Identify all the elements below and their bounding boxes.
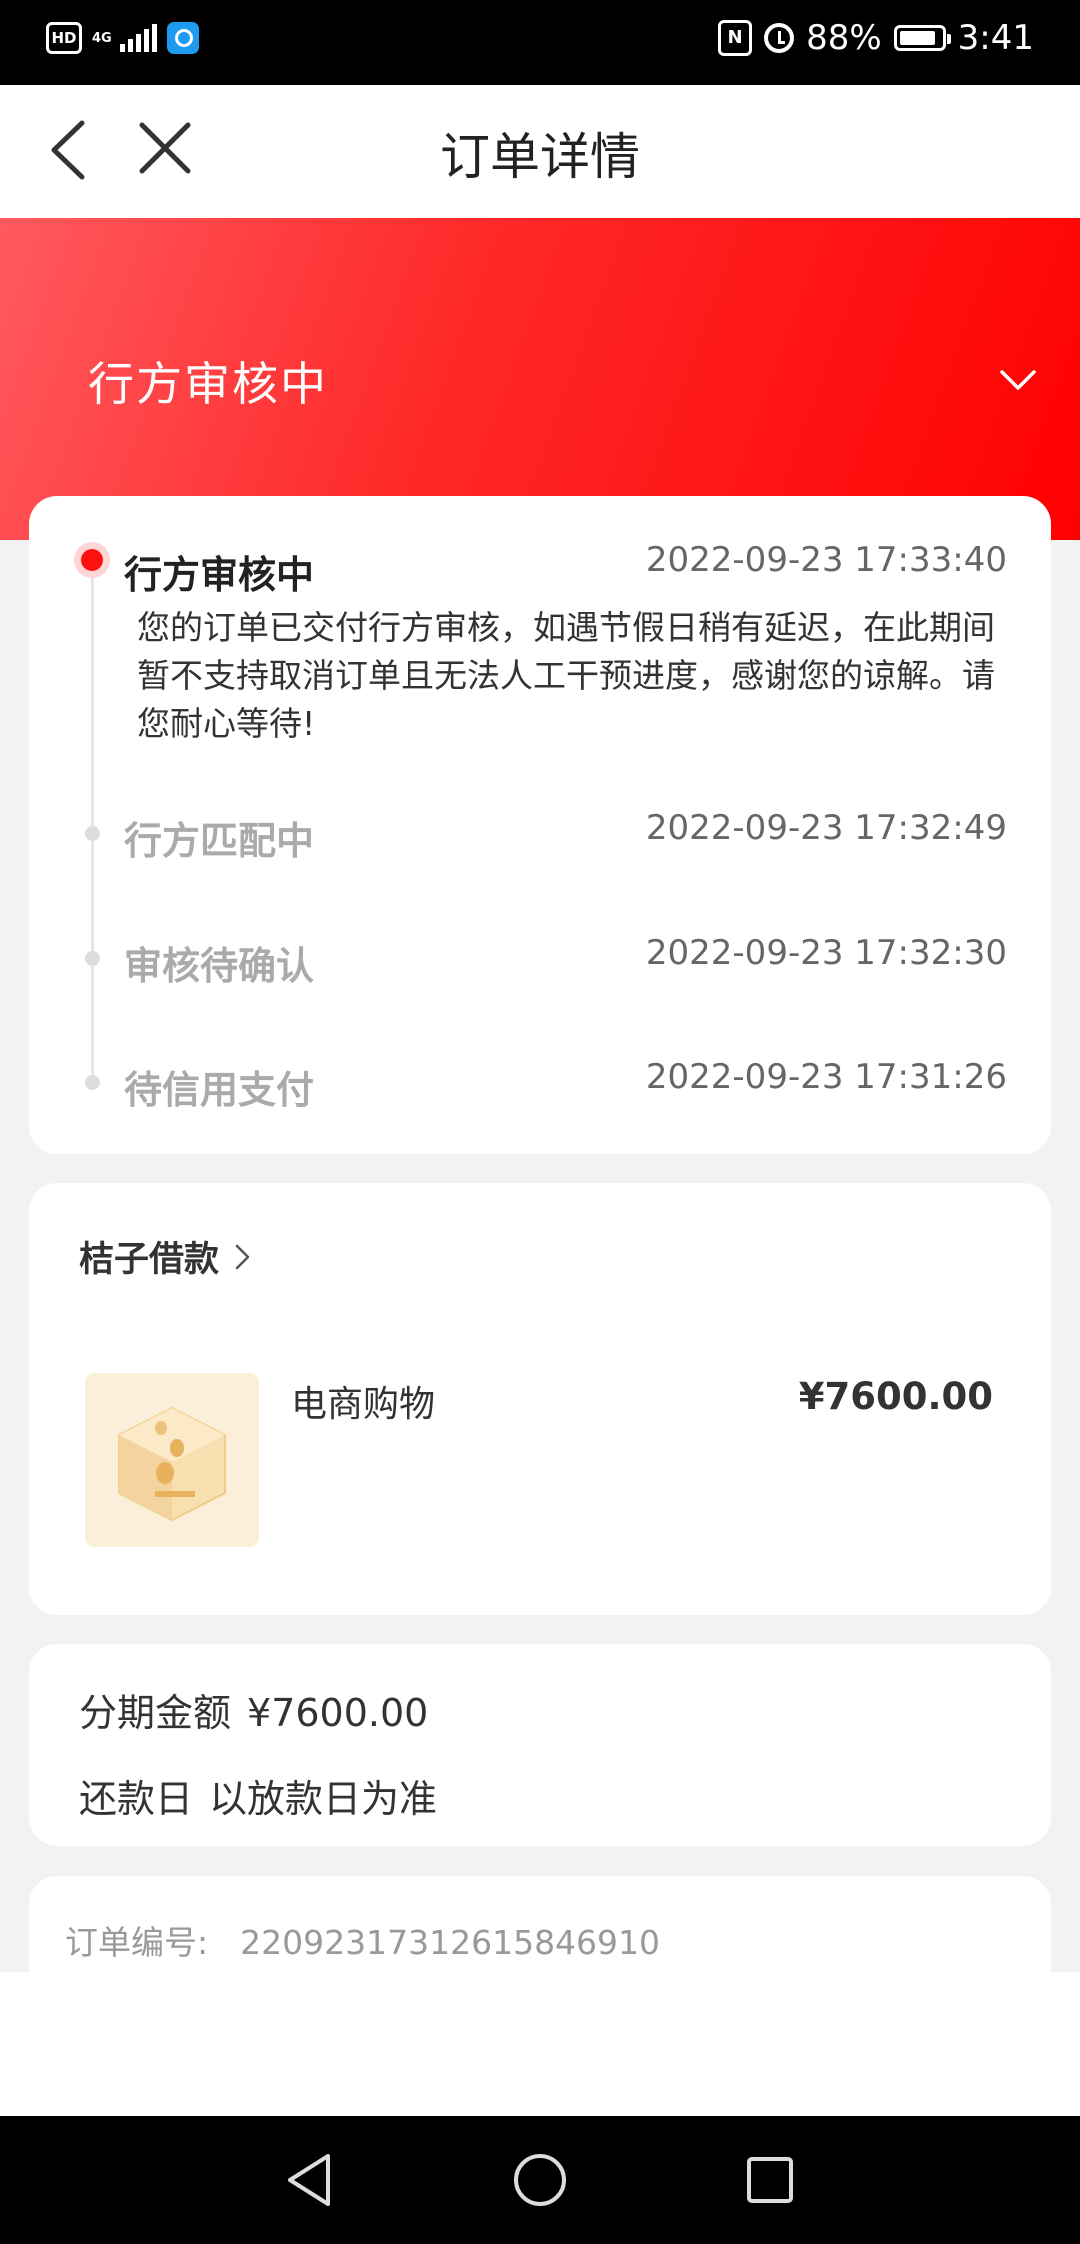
nav-bar: 订单详情 <box>0 85 1080 218</box>
clock: 3:41 <box>957 18 1034 58</box>
installment-amount-label: 分期金额 <box>79 1691 232 1735</box>
timeline-step-time: 2022-09-23 17:33:40 <box>645 540 1007 580</box>
search-app-icon <box>167 22 199 54</box>
product-price: ¥7600.00 <box>798 1375 993 1418</box>
installment-amount-value: ¥7600.00 <box>247 1691 429 1735</box>
hd-badge: HD <box>46 22 82 54</box>
timeline-dot <box>85 1075 100 1090</box>
header-status-text: 行方审核中 <box>88 357 328 411</box>
timeline-step-title: 待信用支付 <box>124 1068 315 1112</box>
status-header: 行方审核中 <box>0 218 1080 540</box>
timeline-step-time: 2022-09-23 17:31:26 <box>645 1057 1007 1097</box>
page-title: 订单详情 <box>440 128 640 186</box>
repay-day-value: 以放款日为准 <box>209 1777 438 1821</box>
installment-amount-row: 分期金额 ¥7600.00 <box>79 1682 428 1737</box>
product-name: 电商购物 <box>291 1384 436 1425</box>
status-left: HD 4G <box>46 22 199 54</box>
battery-level <box>899 31 935 45</box>
repay-day-row: 还款日 以放款日为准 <box>79 1768 437 1823</box>
battery-percent: 88% <box>806 18 882 58</box>
nav-recents-square-icon[interactable] <box>738 2148 802 2212</box>
battery-icon <box>893 25 951 51</box>
timeline-dot <box>85 951 100 966</box>
timeline-step-title: 行方审核中 <box>124 553 315 597</box>
order-number-row: 订单编号: 22092317312615846910 <box>65 1916 660 1964</box>
chevron-down-icon[interactable] <box>996 358 1040 402</box>
installment-card: 分期金额 ¥7600.00 还款日 以放款日为准 <box>29 1644 1051 1846</box>
signal-icon <box>120 24 157 52</box>
timeline-dot <box>85 826 100 841</box>
nav-home-circle-icon[interactable] <box>508 2148 572 2212</box>
progress-timeline-card: 行方审核中 2022-09-23 17:33:40 您的订单已交付行方审核，如遇… <box>29 496 1051 1154</box>
timeline-step-desc: 您的订单已交付行方审核，如遇节假日稍有延迟，在此期间暂不支持取消订单且无法人工干… <box>137 608 995 743</box>
timeline-step-title: 审核待确认 <box>124 944 315 988</box>
product-card: 桔子借款 电商购物 ¥7600.00 <box>29 1183 1051 1615</box>
status-right: N 88% 3:41 <box>718 18 1034 58</box>
alarm-icon <box>764 23 795 53</box>
bottom-blank-area <box>0 1972 1080 2116</box>
repay-day-label: 还款日 <box>79 1777 194 1821</box>
chevron-right-icon <box>235 1244 250 1269</box>
gold-coin-box-icon <box>85 1373 259 1547</box>
timeline-dot-active <box>74 542 110 578</box>
system-nav-bar <box>0 2116 1080 2244</box>
timeline-step-title: 行方匹配中 <box>124 819 315 863</box>
timeline-step-time: 2022-09-23 17:32:30 <box>645 933 1007 973</box>
network-type: 4G <box>92 30 112 46</box>
nfc-icon: N <box>718 20 753 56</box>
timeline-line <box>91 556 94 1076</box>
lender-link[interactable]: 桔子借款 <box>79 1231 255 1282</box>
lender-name: 桔子借款 <box>79 1240 220 1280</box>
status-bar: HD 4G N 88% 3:41 <box>0 0 1080 85</box>
timeline-step-time: 2022-09-23 17:32:49 <box>645 808 1007 848</box>
order-number-value: 22092317312615846910 <box>240 1923 661 1962</box>
order-number-label: 订单编号: <box>65 1923 209 1962</box>
nav-back-triangle-icon[interactable] <box>278 2148 342 2212</box>
